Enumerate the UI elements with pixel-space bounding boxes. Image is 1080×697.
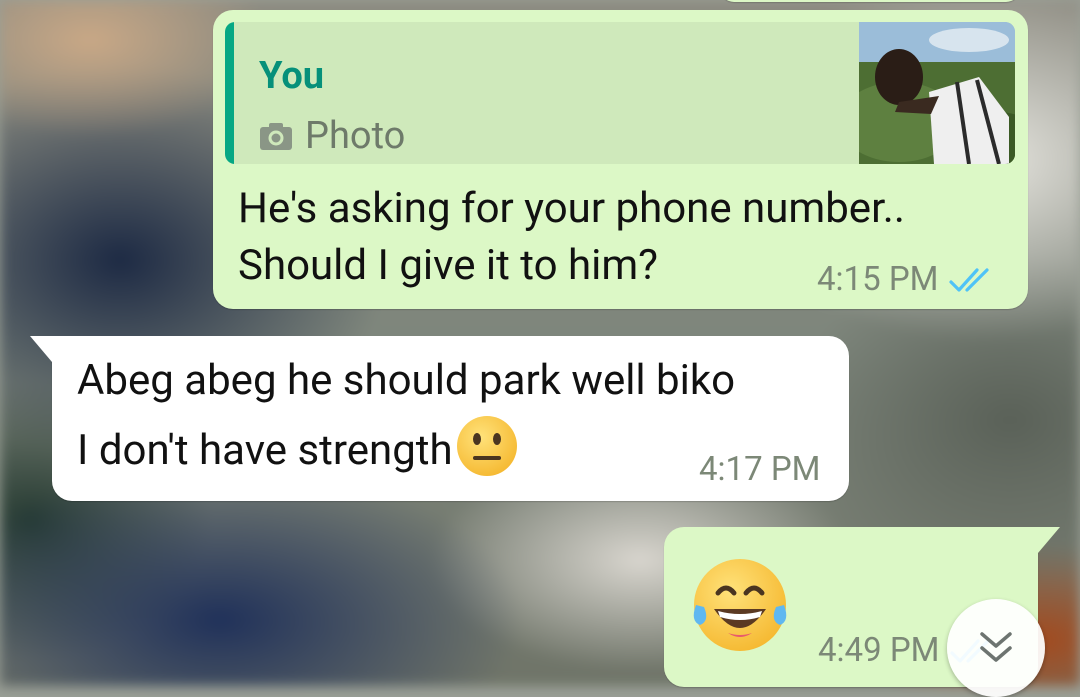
message-time: 4:49 PM	[818, 631, 940, 670]
message-meta: 4:15 PM	[817, 260, 996, 299]
neutral-face-emoji	[456, 416, 517, 476]
quoted-author: You	[259, 54, 325, 98]
quoted-message[interactable]: You Photo	[225, 22, 1015, 164]
quoted-type-label: Photo	[305, 114, 406, 158]
double-chevron-down-icon	[980, 632, 1012, 662]
double-check-icon	[949, 267, 990, 292]
message-time: 4:17 PM	[699, 450, 821, 489]
photo-thumbnail-image	[859, 22, 1015, 164]
bubble-tail	[1038, 527, 1060, 553]
bubble-tail	[30, 336, 52, 362]
message-meta: 4:17 PM	[699, 450, 820, 489]
message-line: Abeg abeg he should park well biko	[77, 356, 736, 405]
outgoing-message-bubble[interactable]: You Photo He's asking for your phone num…	[213, 10, 1028, 309]
message-time: 4:15 PM	[817, 260, 939, 299]
face-with-tears-of-joy-emoji	[693, 559, 787, 651]
message-line: He's asking for your phone number..	[238, 184, 905, 233]
quoted-photo-thumbnail[interactable]	[859, 22, 1015, 164]
message-line-text: I don't have strength	[77, 426, 453, 475]
quoted-type: Photo	[259, 114, 405, 158]
camera-icon	[260, 123, 292, 150]
previous-message-bubble[interactable]	[720, 0, 1020, 2]
scroll-to-bottom-button[interactable]	[947, 599, 1045, 697]
quote-accent-bar	[225, 22, 234, 164]
incoming-message-bubble[interactable]: Abeg abeg he should park well biko I don…	[30, 336, 849, 501]
